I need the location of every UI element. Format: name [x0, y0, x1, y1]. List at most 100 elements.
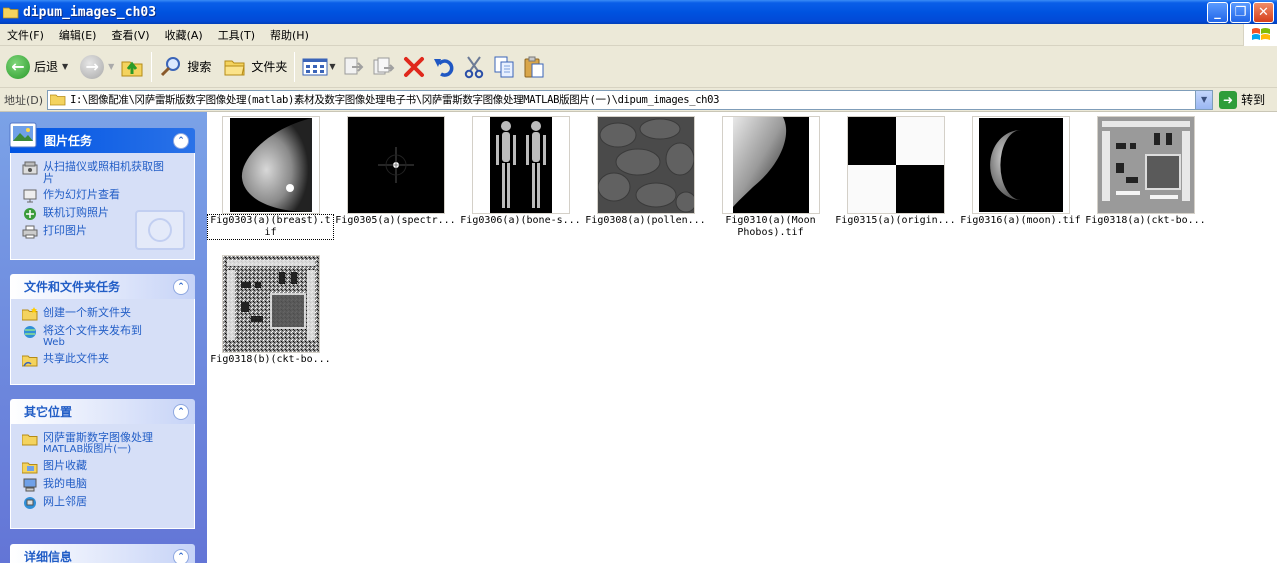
file-name: Fig0318(b)(ckt-bo...: [210, 354, 331, 365]
views-dropdown-icon[interactable]: ▼: [329, 62, 335, 71]
menu-help[interactable]: 帮助(H): [263, 27, 317, 43]
title-bar[interactable]: dipum_images_ch03 _ ❐ ✕: [0, 0, 1277, 24]
picture-tasks-header[interactable]: 图片任务 ⌃: [9, 122, 195, 153]
place-parent-folder[interactable]: 冈萨雷斯数字图像处理 MATLAB版图片(一): [22, 432, 186, 456]
back-arrow-icon: ←: [6, 54, 30, 79]
delete-button[interactable]: [399, 49, 429, 85]
collapse-chevron-icon[interactable]: ⌃: [173, 404, 189, 420]
address-dropdown-icon[interactable]: ▼: [1195, 90, 1213, 109]
search-icon: [161, 56, 181, 76]
other-places-title: 其它位置: [24, 405, 73, 419]
task-view-slideshow[interactable]: 作为幻灯片查看: [22, 189, 186, 203]
collapse-chevron-icon[interactable]: ⌃: [173, 279, 189, 295]
thumbnail-frame: [972, 116, 1070, 214]
restore-icon: ❐: [1234, 5, 1247, 20]
undo-button[interactable]: [429, 49, 459, 85]
circuit-board-image: [1098, 117, 1194, 213]
views-button[interactable]: ▼: [299, 49, 338, 85]
moon-image: [979, 118, 1063, 212]
thumbnail-frame: [847, 116, 945, 214]
copy-to-icon: [373, 57, 394, 74]
task-get-from-scanner[interactable]: 从扫描仪或照相机获取图片: [22, 161, 186, 185]
file-name: Fig0316(a)(moon).tif: [960, 215, 1081, 226]
forward-button[interactable]: → ▼: [77, 49, 117, 85]
file-name: Fig0315(a)(origin...: [835, 215, 956, 226]
slideshow-icon: [23, 189, 37, 203]
move-to-icon: [344, 57, 363, 74]
watermark-picture-icon: [135, 210, 185, 250]
thumbnail-frame: [472, 116, 570, 214]
place-label: 我的电脑: [43, 477, 87, 490]
move-to-button[interactable]: [339, 49, 369, 85]
folders-button[interactable]: 文件夹: [220, 49, 290, 85]
cut-button[interactable]: [459, 49, 489, 85]
file-name: Fig0306(a)(bone-s...: [460, 215, 581, 226]
paste-button[interactable]: [519, 49, 549, 85]
back-dropdown-icon[interactable]: ▼: [62, 62, 68, 71]
maximize-button[interactable]: ❐: [1230, 2, 1251, 23]
address-bar: 地址(D) I:\图像配准\冈萨雷斯版数字图像处理(matlab)素材及数字图像…: [0, 88, 1277, 112]
paste-clipboard-icon: [524, 56, 544, 77]
new-folder-icon: [22, 307, 38, 321]
file-tasks-header[interactable]: 文件和文件夹任务 ⌃: [10, 274, 195, 299]
place-my-computer[interactable]: 我的电脑: [22, 478, 186, 492]
details-title: 详细信息: [24, 550, 73, 563]
minimize-icon: _: [1214, 5, 1221, 20]
collapse-chevron-icon[interactable]: ⌃: [173, 133, 189, 149]
menu-favorites[interactable]: 收藏(A): [158, 27, 211, 43]
collapse-chevron-icon[interactable]: ⌃: [173, 549, 189, 563]
search-button[interactable]: 搜索: [156, 49, 214, 85]
file-tasks-body: 创建一个新文件夹 将这个文件夹发布到 Web 共享此文件夹: [10, 299, 195, 385]
views-icon: [302, 58, 328, 75]
my-pictures-icon: [22, 462, 38, 474]
scissors-icon: [464, 55, 483, 78]
task-publish-web[interactable]: 将这个文件夹发布到 Web: [22, 325, 186, 349]
toolbar: ← 后退 ▼ → ▼ 搜索 文件夹 ▼: [0, 46, 1277, 88]
other-places-header[interactable]: 其它位置 ⌃: [10, 399, 195, 424]
folder-icon: [2, 6, 19, 19]
copy-button[interactable]: [489, 49, 519, 85]
file-view[interactable]: Fig0303(a)(breast).t if Fig0305(a)(spectr…: [207, 112, 1277, 563]
close-button[interactable]: ✕: [1253, 2, 1274, 23]
menu-bar: 文件(F) 编辑(E) 查看(V) 收藏(A) 工具(T) 帮助(H): [0, 24, 1277, 46]
task-share-folder[interactable]: 共享此文件夹: [22, 353, 186, 367]
toolbar-separator: [294, 51, 296, 82]
undo-icon: [433, 58, 453, 77]
place-label: 图片收藏: [43, 459, 87, 472]
copy-icon: [494, 56, 514, 77]
copy-to-button[interactable]: [369, 49, 399, 85]
picture-tasks-panel: 图片任务 ⌃ 从扫描仪或照相机获取图片 作为幻灯片查看 联机订购照片 打印图片: [9, 122, 195, 260]
menu-file[interactable]: 文件(F): [0, 27, 52, 43]
pollen-image: [598, 117, 694, 213]
go-button[interactable]: ➜ 转到: [1219, 90, 1266, 109]
back-button[interactable]: ← 后退 ▼: [3, 49, 71, 85]
phobos-image: [733, 117, 809, 213]
go-label: 转到: [1241, 93, 1266, 107]
menu-tools[interactable]: 工具(T): [211, 27, 263, 43]
thumbnail-frame: [347, 116, 445, 214]
place-sublabel: MATLAB版图片(一): [43, 444, 132, 455]
up-button[interactable]: [117, 49, 147, 85]
checkerboard-image: [848, 117, 944, 213]
place-network[interactable]: 网上邻居: [22, 496, 186, 510]
details-panel: 详细信息 ⌃: [10, 544, 195, 563]
place-label: 冈萨雷斯数字图像处理: [43, 431, 153, 444]
picture-tasks-body: 从扫描仪或照相机获取图片 作为幻灯片查看 联机订购照片 打印图片: [10, 153, 195, 260]
menu-view[interactable]: 查看(V): [104, 27, 157, 43]
bone-scan-image: [490, 117, 552, 213]
publish-web-icon: [24, 326, 36, 338]
toolbar-separator: [151, 51, 153, 82]
task-label: 作为幻灯片查看: [43, 188, 120, 201]
forward-dropdown-icon[interactable]: ▼: [108, 62, 114, 71]
file-tasks-panel: 文件和文件夹任务 ⌃ 创建一个新文件夹 将这个文件夹发布到 Web 共享此文件夹: [10, 274, 195, 385]
thumbnail-frame: [1097, 116, 1195, 214]
menu-edit[interactable]: 编辑(E): [52, 27, 105, 43]
other-places-panel: 其它位置 ⌃ 冈萨雷斯数字图像处理 MATLAB版图片(一) 图片收藏 我的电脑: [10, 399, 195, 529]
details-header[interactable]: 详细信息 ⌃: [10, 544, 195, 563]
circuit-board-noisy-image: [223, 256, 319, 352]
place-my-pictures[interactable]: 图片收藏: [22, 460, 186, 474]
task-new-folder[interactable]: 创建一个新文件夹: [22, 307, 186, 321]
minimize-button[interactable]: _: [1207, 2, 1228, 23]
address-input[interactable]: I:\图像配准\冈萨雷斯版数字图像处理(matlab)素材及数字图像处理电子书\…: [47, 89, 1214, 110]
other-places-body: 冈萨雷斯数字图像处理 MATLAB版图片(一) 图片收藏 我的电脑 网上邻居: [10, 424, 195, 529]
